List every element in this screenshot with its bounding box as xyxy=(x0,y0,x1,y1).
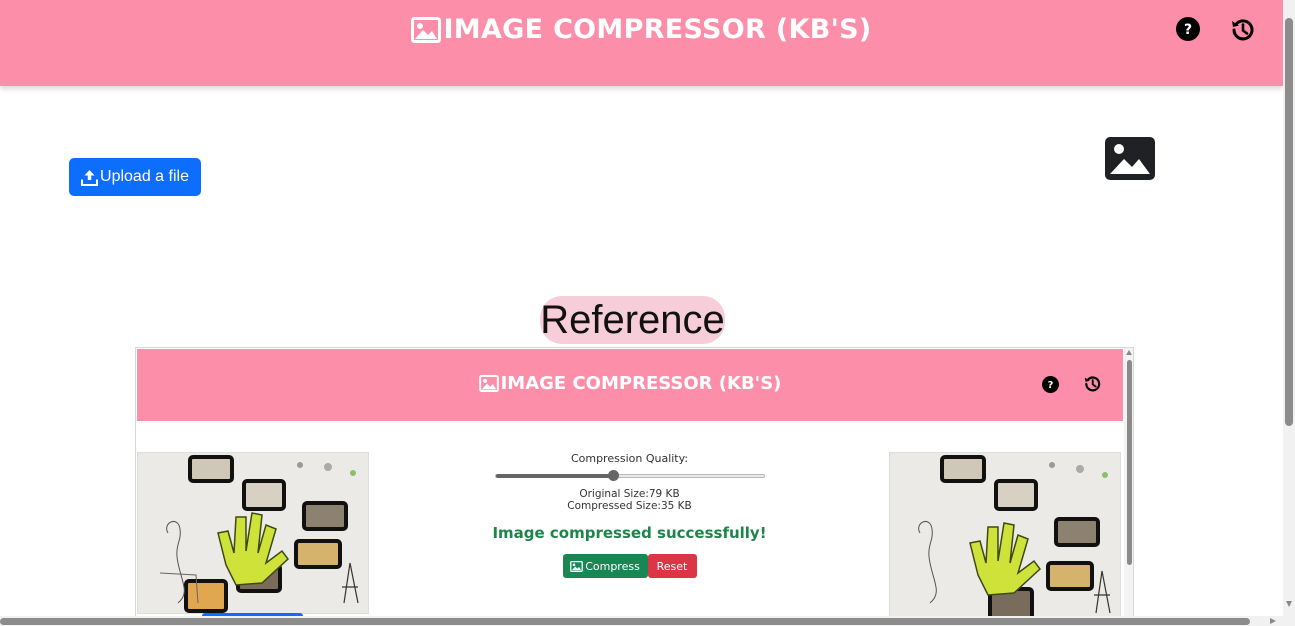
app-title: IMAGE COMPRESSOR (KB'S) xyxy=(0,14,1283,45)
upload-icon xyxy=(81,169,99,186)
compressed-size: Compressed Size:35 KB xyxy=(567,500,692,512)
image-icon xyxy=(411,16,442,43)
compression-quality-label: Compression Quality: xyxy=(570,452,689,465)
history-icon[interactable] xyxy=(1228,16,1256,44)
reference-title-text: IMAGE COMPRESSOR (KB'S) xyxy=(500,373,782,394)
reference-header: IMAGE COMPRESSOR (KB'S) ? xyxy=(137,349,1123,421)
page-vertical-scrollbar[interactable] xyxy=(1283,0,1295,626)
app-header: IMAGE COMPRESSOR (KB'S) ? xyxy=(0,0,1283,86)
original-image-graphic xyxy=(138,453,368,613)
image-icon xyxy=(570,560,584,572)
scroll-right-arrow-icon[interactable] xyxy=(1270,618,1276,624)
horizontal-scrollbar-thumb[interactable] xyxy=(0,618,1250,625)
history-icon xyxy=(1084,376,1101,392)
success-message: Image compressed successfully! xyxy=(492,524,767,542)
vertical-scrollbar-thumb[interactable] xyxy=(1285,18,1293,426)
reference-scrollbar-thumb[interactable] xyxy=(1127,360,1132,565)
app-title-text: IMAGE COMPRESSOR (KB'S) xyxy=(443,14,872,45)
original-image xyxy=(137,452,369,614)
reference-scrollbar[interactable] xyxy=(1124,348,1133,625)
action-buttons: Compress Reset xyxy=(486,554,773,578)
reset-button[interactable]: Reset xyxy=(647,554,697,578)
image-icon xyxy=(478,375,499,392)
reference-preview: IMAGE COMPRESSOR (KB'S) ? Compression Qu… xyxy=(135,347,1134,626)
reference-label: Reference xyxy=(540,296,725,344)
original-size: Original Size:79 KB xyxy=(579,488,680,500)
svg-text:?: ? xyxy=(1048,380,1054,391)
quality-slider[interactable] xyxy=(494,470,765,481)
compressed-image-graphic xyxy=(890,453,1120,625)
compression-controls: Compression Quality: Original Size:79 KB… xyxy=(486,452,773,578)
quality-slider-fill xyxy=(495,474,614,478)
scroll-up-arrow-icon[interactable] xyxy=(1126,350,1132,355)
help-icon: ? xyxy=(1042,376,1059,393)
svg-text:?: ? xyxy=(1184,22,1192,38)
upload-button-label: Upload a file xyxy=(100,168,189,185)
image-placeholder-icon xyxy=(1105,137,1155,180)
reference-title: IMAGE COMPRESSOR (KB'S) xyxy=(137,373,1123,394)
compressed-image xyxy=(889,452,1121,625)
page-horizontal-scrollbar[interactable] xyxy=(0,616,1283,626)
quality-slider-thumb[interactable] xyxy=(608,470,620,481)
help-icon[interactable]: ? xyxy=(1176,17,1200,41)
compress-button-label: Compress xyxy=(585,559,640,573)
upload-button[interactable]: Upload a file xyxy=(69,158,201,196)
compress-button[interactable]: Compress xyxy=(562,554,648,578)
scroll-down-arrow-icon[interactable] xyxy=(1286,601,1292,607)
